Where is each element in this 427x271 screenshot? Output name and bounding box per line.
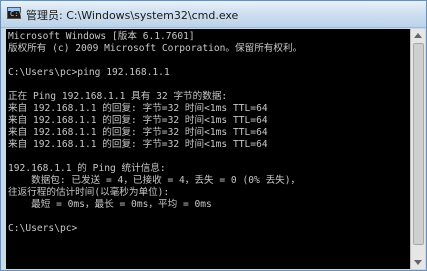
console-line: 正在 Ping 192.168.1.1 具有 32 字节的数据:	[8, 91, 228, 102]
cmd-icon[interactable]: C:\	[7, 7, 23, 19]
vertical-scrollbar[interactable]	[410, 29, 425, 269]
console-output[interactable]: Microsoft Windows [版本 6.1.7601] 版权所有 (c)…	[6, 29, 410, 269]
scroll-down-icon[interactable]	[414, 260, 422, 265]
console-prompt-line: C:\Users\pc>ping 192.168.1.1	[8, 67, 170, 78]
ping-reply-line: 来自 192.168.1.1 的回复: 字节=32 时间<1ms TTL=64	[8, 115, 268, 126]
ping-stats-rtt-header: 往返行程的估计时间(以毫秒为单位):	[8, 187, 170, 198]
scroll-up-icon[interactable]	[414, 33, 422, 38]
console-prompt-line: C:\Users\pc>	[8, 223, 78, 234]
title-bar[interactable]: C:\ 管理员: C:\Windows\system32\cmd.exe	[1, 1, 426, 28]
console-line: Microsoft Windows [版本 6.1.7601]	[8, 31, 195, 42]
ping-reply-line: 来自 192.168.1.1 的回复: 字节=32 时间<1ms TTL=64	[8, 139, 268, 150]
window-title: 管理员: C:\Windows\system32\cmd.exe	[26, 9, 239, 22]
ping-stats-header: 192.168.1.1 的 Ping 统计信息:	[8, 163, 166, 174]
ping-stats-rtt: 最短 = 0ms，最长 = 0ms，平均 = 0ms	[8, 199, 212, 210]
ping-reply-line: 来自 192.168.1.1 的回复: 字节=32 时间<1ms TTL=64	[8, 103, 268, 114]
console-line: 版权所有 (c) 2009 Microsoft Corporation。保留所有…	[8, 43, 303, 54]
ping-stats-packets: 数据包: 已发送 = 4，已接收 = 4，丢失 = 0 (0% 丢失)，	[8, 175, 301, 186]
cmd-window: C:\ 管理员: C:\Windows\system32\cmd.exe Mic…	[0, 0, 427, 271]
scroll-thumb[interactable]	[413, 43, 424, 245]
ping-reply-line: 来自 192.168.1.1 的回复: 字节=32 时间<1ms TTL=64	[8, 127, 268, 138]
